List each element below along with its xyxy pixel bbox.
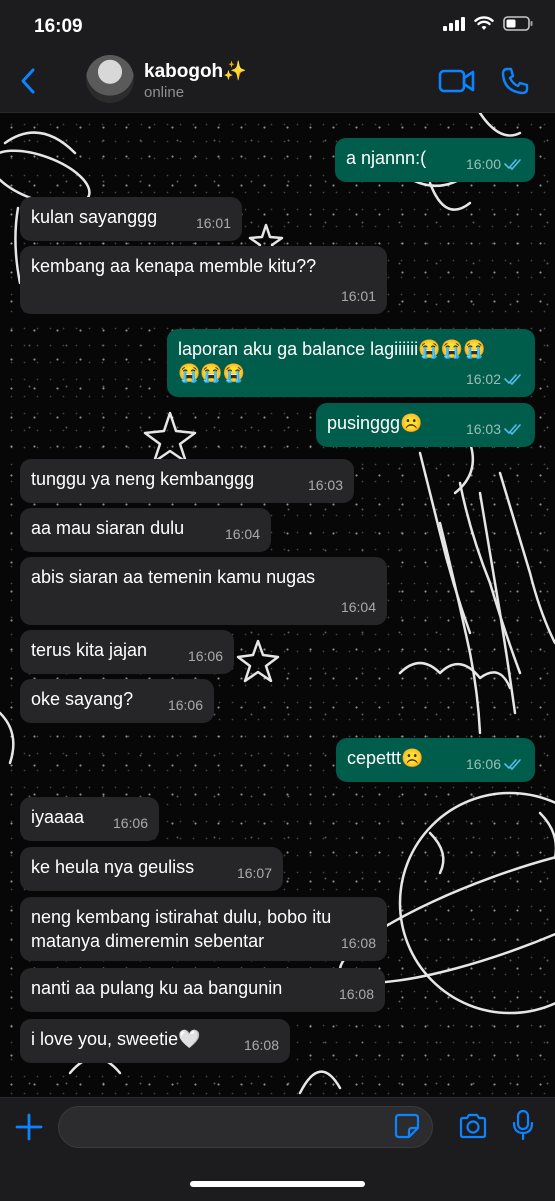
message-bubble-incoming[interactable]: nanti aa pulang ku aa bangunin 16:08: [20, 968, 385, 1012]
cellular-signal-icon: [443, 16, 465, 31]
message-bubble-incoming[interactable]: kembang aa kenapa memble kitu?? 16:01: [20, 246, 387, 314]
message-bubble-incoming[interactable]: ke heula nya geuliss 16:07: [20, 847, 283, 891]
message-bubble-outgoing[interactable]: laporan aku ga balance lagiiiiii😭😭😭 😭😭😭 …: [167, 329, 535, 397]
chat-header: kabogoh✨ online: [0, 50, 555, 113]
message-bubble-incoming[interactable]: abis siaran aa temenin kamu nugas 16:04: [20, 557, 387, 625]
chat-area[interactable]: a njannn:( 16:00 kulan sayanggg 16:01 ke…: [0, 113, 555, 1097]
composer-bar: [0, 1097, 555, 1201]
message-bubble-incoming[interactable]: kulan sayanggg 16:01: [20, 197, 242, 241]
wifi-icon: [474, 16, 494, 30]
double-check-read-icon: [504, 374, 521, 385]
message-text: neng kembang istirahat dulu, bobo itu: [31, 907, 332, 927]
message-text: oke sayang?: [31, 689, 134, 709]
message-bubble-incoming[interactable]: terus kita jajan 16:06: [20, 630, 234, 674]
message-timestamp: 16:02: [466, 367, 524, 391]
message-text: terus kita jajan: [31, 640, 148, 660]
back-chevron-icon[interactable]: [16, 66, 42, 96]
status-time: 16:09: [34, 16, 83, 37]
message-bubble-outgoing[interactable]: a njannn:( 16:00: [335, 138, 535, 182]
message-bubble-outgoing[interactable]: cepettt☹️ 16:06: [336, 738, 535, 782]
sticker-icon[interactable]: [394, 1113, 420, 1139]
message-text: i love you, sweetie🤍: [31, 1029, 201, 1049]
contact-name[interactable]: kabogoh✨: [144, 59, 247, 83]
message-bubble-outgoing[interactable]: pusinggg☹️ 16:03: [316, 403, 535, 447]
message-text: aa mau siaran dulu: [31, 518, 185, 538]
message-text: cepettt☹️: [347, 748, 424, 768]
double-check-read-icon: [504, 424, 521, 435]
video-call-icon[interactable]: [438, 68, 476, 94]
battery-icon: [503, 16, 533, 31]
message-text: tunggu ya neng kembanggg: [31, 469, 255, 489]
message-bubble-incoming[interactable]: aa mau siaran dulu 16:04: [20, 508, 271, 552]
message-timestamp: 16:01: [195, 215, 231, 231]
message-text-line2: matanya dimeremin sebentar: [31, 931, 265, 951]
double-check-read-icon: [504, 159, 521, 170]
message-bubble-incoming[interactable]: oke sayang? 16:06: [20, 679, 214, 723]
message-text: kulan sayanggg: [31, 207, 158, 227]
double-check-read-icon: [504, 759, 521, 770]
status-bar: 16:09: [0, 0, 555, 50]
message-timestamp: 16:01: [340, 288, 376, 304]
message-timestamp: 16:07: [236, 865, 272, 881]
message-text: kembang aa kenapa memble kitu??: [31, 256, 317, 276]
plus-icon[interactable]: [14, 1112, 44, 1142]
message-text: a njannn:(: [346, 148, 427, 168]
message-timestamp: 16:03: [466, 417, 524, 441]
message-text: nanti aa pulang ku aa bangunin: [31, 978, 283, 998]
message-bubble-incoming[interactable]: i love you, sweetie🤍 16:08: [20, 1019, 290, 1063]
home-indicator: [190, 1181, 365, 1187]
message-input[interactable]: [58, 1106, 433, 1148]
message-timestamp: 16:04: [340, 599, 376, 615]
message-timestamp: 16:06: [466, 752, 524, 776]
message-text: laporan aku ga balance lagiiiiii😭😭😭: [178, 339, 486, 359]
message-timestamp: 16:08: [340, 935, 376, 951]
camera-icon[interactable]: [458, 1112, 488, 1140]
microphone-icon[interactable]: [512, 1109, 534, 1141]
message-bubble-incoming[interactable]: neng kembang istirahat dulu, bobo itu ma…: [20, 897, 387, 961]
contact-avatar[interactable]: [86, 55, 134, 103]
message-timestamp: 16:06: [167, 697, 203, 713]
message-timestamp: 16:08: [338, 986, 374, 1002]
contact-status: online: [144, 84, 185, 101]
message-timestamp: 16:08: [243, 1037, 279, 1053]
message-timestamp: 16:04: [224, 526, 260, 542]
message-text: pusinggg☹️: [327, 413, 423, 433]
message-bubble-incoming[interactable]: tunggu ya neng kembanggg 16:03: [20, 459, 354, 503]
phone-call-icon[interactable]: [500, 66, 530, 96]
message-text: abis siaran aa temenin kamu nugas: [31, 567, 316, 587]
message-timestamp: 16:06: [112, 815, 148, 831]
message-text: ke heula nya geuliss: [31, 857, 195, 877]
message-text: iyaaaa: [31, 807, 85, 827]
status-icons: [443, 16, 533, 31]
message-timestamp: 16:06: [187, 648, 223, 664]
message-timestamp: 16:03: [307, 477, 343, 493]
message-timestamp: 16:00: [466, 152, 524, 176]
message-bubble-incoming[interactable]: iyaaaa 16:06: [20, 797, 159, 841]
